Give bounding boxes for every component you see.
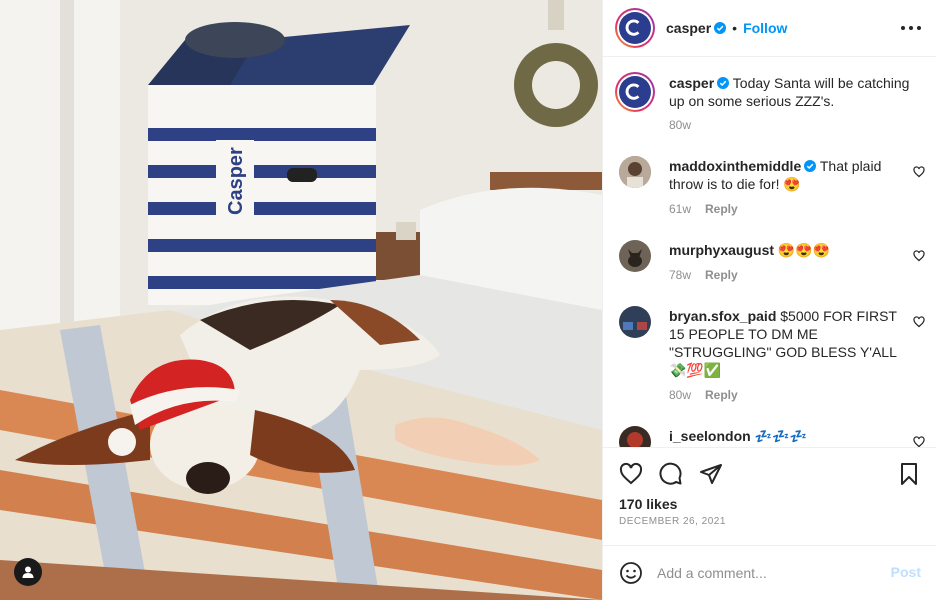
avatar-photo bbox=[619, 426, 651, 447]
add-comment-bar: Post bbox=[603, 545, 936, 600]
comment-text: 😍😍😍 bbox=[777, 242, 831, 258]
bookmark-icon[interactable] bbox=[897, 462, 921, 486]
verified-badge-icon bbox=[717, 77, 730, 89]
avatar-photo bbox=[619, 156, 651, 188]
caption-username[interactable]: casper bbox=[669, 75, 714, 91]
commenter-avatar[interactable] bbox=[619, 306, 651, 338]
avatar-photo bbox=[619, 306, 651, 338]
post-image: Casper bbox=[0, 0, 602, 600]
heart-icon[interactable] bbox=[619, 462, 643, 486]
post-date[interactable]: DECEMBER 26, 2021 bbox=[619, 516, 726, 527]
comment-username[interactable]: bryan.sfox_paid bbox=[669, 308, 776, 324]
comment-age: 78w bbox=[669, 268, 692, 282]
comment-username[interactable]: i_seelondon bbox=[669, 428, 751, 444]
tagged-users-button[interactable] bbox=[14, 558, 42, 586]
reply-button[interactable]: Reply bbox=[705, 388, 738, 402]
reply-button[interactable]: Reply bbox=[705, 202, 738, 216]
post-comment-button[interactable]: Post bbox=[891, 564, 921, 580]
caption-age: 80w bbox=[669, 118, 692, 132]
verified-badge-icon bbox=[804, 160, 817, 172]
reply-button[interactable]: Reply bbox=[705, 268, 738, 282]
share-icon[interactable] bbox=[699, 462, 723, 486]
author-username[interactable]: casper bbox=[666, 20, 711, 36]
post-side-panel: casper • Follow casper Today Santa will be… bbox=[602, 0, 936, 600]
post-header: casper • Follow bbox=[603, 0, 936, 57]
comment-item: maddoxinthemiddle That plaid throw is to… bbox=[619, 156, 929, 220]
casper-logo-icon bbox=[626, 19, 640, 37]
avatar-photo bbox=[619, 240, 651, 272]
comment-text: 💤💤💤 bbox=[754, 428, 807, 444]
action-bar: 170 likes DECEMBER 26, 2021 bbox=[603, 447, 936, 545]
comment-username[interactable]: murphyxaugust bbox=[669, 242, 774, 258]
caption: casper Today Santa will be catching up o… bbox=[615, 72, 929, 132]
heart-icon[interactable] bbox=[913, 316, 925, 328]
commenter-avatar[interactable] bbox=[619, 240, 651, 272]
comment-age: 80w bbox=[669, 388, 692, 402]
smiley-icon[interactable] bbox=[619, 561, 643, 585]
heart-icon[interactable] bbox=[913, 166, 925, 178]
commenter-avatar[interactable] bbox=[619, 426, 651, 447]
comment-icon[interactable] bbox=[659, 462, 683, 486]
follow-button[interactable]: Follow bbox=[743, 20, 787, 36]
post-photo[interactable]: Casper bbox=[0, 0, 602, 600]
comment-username[interactable]: maddoxinthemiddle bbox=[669, 158, 801, 174]
separator-dot: • bbox=[732, 20, 738, 36]
comment-item: i_seelondon 💤💤💤 bbox=[619, 426, 929, 447]
verified-badge-icon bbox=[714, 22, 727, 34]
comment-input[interactable] bbox=[657, 561, 877, 585]
casper-logo-icon bbox=[626, 83, 640, 101]
comment-item: murphyxaugust 😍😍😍 78w Reply bbox=[619, 240, 929, 286]
comment-age: 61w bbox=[669, 202, 692, 216]
heart-icon[interactable] bbox=[913, 436, 925, 447]
commenter-avatar[interactable] bbox=[619, 156, 651, 188]
heart-icon[interactable] bbox=[913, 250, 925, 262]
likes-count[interactable]: 170 likes bbox=[619, 496, 677, 512]
comments-list[interactable]: casper Today Santa will be catching up o… bbox=[603, 57, 936, 447]
user-tag-icon bbox=[22, 566, 34, 578]
box-brand-text: Casper bbox=[225, 147, 247, 215]
more-options-icon[interactable] bbox=[901, 18, 921, 38]
caption-avatar[interactable] bbox=[615, 72, 655, 112]
comment-item: bryan.sfox_paid $5000 FOR FIRST 15 PEOPL… bbox=[619, 306, 929, 406]
author-avatar[interactable] bbox=[615, 8, 655, 48]
